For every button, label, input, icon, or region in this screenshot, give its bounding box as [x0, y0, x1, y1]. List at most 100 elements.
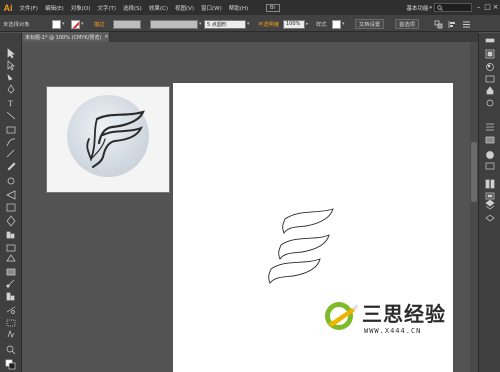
style-label: 样式 — [316, 22, 327, 28]
transparency-panel-icon[interactable] — [485, 150, 496, 159]
type-tool-icon[interactable] — [6, 97, 17, 106]
document-tab[interactable]: 未标题-1* @ 100% (CMYK/预览) × — [22, 32, 110, 42]
stroke-weight-value — [113, 19, 141, 29]
perspective-grid-tool-icon[interactable] — [6, 255, 17, 264]
menu-file[interactable]: 文件(F) — [16, 4, 41, 12]
menu-window[interactable]: 窗口(W) — [198, 4, 226, 12]
transform-panel-icon[interactable] — [485, 191, 496, 200]
menu-select[interactable]: 选择(S) — [120, 4, 146, 12]
stroke-weight-field[interactable] — [113, 19, 141, 29]
opacity-link[interactable]: 不透明度 — [258, 19, 279, 29]
align-panel-icon[interactable] — [485, 179, 496, 188]
rotate-tool-icon[interactable] — [6, 176, 17, 185]
watermark: 三思经验 WWW.X444.CN — [322, 296, 472, 346]
rectangle-tool-icon[interactable] — [6, 125, 17, 134]
preferences-button[interactable]: 首选项 — [395, 19, 419, 29]
search-input[interactable] — [434, 3, 472, 12]
document-setup-button[interactable]: 文档设置 — [355, 19, 385, 29]
free-transform-tool-icon[interactable] — [6, 203, 17, 212]
opacity-value: 100% — [283, 19, 305, 29]
scale-tool-icon[interactable] — [6, 190, 17, 199]
document-tab-title: 未标题-1* @ 100% (CMYK/预览) — [25, 34, 102, 41]
variable-width-value — [150, 19, 198, 29]
eyedropper-tool-icon[interactable] — [6, 279, 17, 288]
reference-feather-logo — [86, 110, 145, 168]
minimize-icon[interactable]: – — [474, 2, 483, 12]
workspace-switcher[interactable]: 基本功能 ▾ — [406, 3, 432, 12]
tools-panel: T — [0, 33, 22, 372]
symbols-panel-icon[interactable] — [485, 99, 496, 108]
close-icon[interactable]: × — [491, 2, 500, 12]
stroke-panel-icon[interactable] — [485, 122, 496, 131]
app-logo: Ai — [3, 2, 13, 13]
document-setup-label: 文档设置 — [355, 19, 385, 29]
stroke-none-icon — [71, 19, 80, 29]
menu-help[interactable]: 帮助(H) — [225, 4, 251, 12]
graph-tool-icon[interactable] — [6, 230, 17, 239]
menu-object[interactable]: 对象(O) — [67, 4, 94, 12]
line-tool-icon[interactable] — [6, 111, 17, 120]
illustrator-window: Ai 文件(F) 编辑(E) 对象(O) 文字(T) 选择(S) 效果(C) 视… — [0, 0, 500, 372]
gradient-tool-icon[interactable] — [6, 268, 17, 277]
swatches-panel-icon[interactable] — [485, 74, 496, 83]
zoom-tool-icon[interactable] — [6, 344, 17, 353]
right-panel-dock — [478, 33, 500, 372]
hand-tool-icon[interactable] — [6, 331, 17, 340]
direct-selection-tool-icon[interactable] — [6, 57, 17, 66]
brushes-panel-icon[interactable] — [485, 87, 496, 96]
scrollbar-thumb[interactable] — [471, 142, 477, 202]
opacity-field[interactable]: 100% ▸ — [283, 19, 309, 29]
align-icon[interactable] — [448, 19, 457, 29]
chevron-down-icon: ▾ — [81, 21, 84, 27]
appearance-panel-icon[interactable] — [485, 161, 496, 170]
menu-view[interactable]: 视图(V) — [171, 4, 197, 12]
close-tab-icon[interactable]: × — [104, 34, 108, 40]
preferences-label: 首选项 — [395, 19, 419, 29]
slice-tool-icon[interactable] — [6, 306, 17, 315]
variable-width-field[interactable]: ▾ — [150, 19, 202, 29]
workspace-label: 基本功能 — [406, 5, 429, 12]
menu-type[interactable]: 文字(T) — [94, 4, 120, 12]
blend-tool-icon[interactable] — [6, 319, 17, 328]
arrange-icon[interactable] — [434, 19, 443, 29]
bridge-button[interactable]: Br — [265, 3, 280, 12]
layers-panel-icon[interactable] — [485, 201, 496, 210]
pen-tool-icon[interactable] — [6, 84, 17, 93]
artboard-tool-icon[interactable] — [6, 243, 17, 252]
watermark-title: 三思经验 — [362, 302, 446, 326]
chevron-down-icon: ▾ — [199, 21, 202, 27]
brush-definition-value: 5 点圆形 — [204, 19, 246, 29]
stroke-link[interactable]: 描边 — [94, 19, 105, 29]
watermark-logo-icon — [325, 302, 358, 330]
style-swatch[interactable]: ▾ — [332, 19, 345, 29]
menu-effect[interactable]: 效果(C) — [145, 4, 171, 12]
eraser-tool-icon[interactable] — [6, 163, 17, 172]
chevron-right-icon: ▸ — [306, 21, 309, 27]
chevron-down-icon: ▾ — [342, 21, 345, 27]
color-guide-icon[interactable] — [485, 62, 496, 71]
color-panel-icon[interactable] — [485, 49, 496, 58]
collapse-panels-icon[interactable] — [485, 36, 496, 45]
style-swatch-icon — [332, 19, 341, 29]
panel-menu-icon[interactable] — [462, 19, 471, 29]
chevron-down-icon: ▾ — [429, 4, 432, 11]
selection-status: 未选择对象 — [3, 22, 30, 28]
chevron-down-icon: ▾ — [62, 21, 65, 27]
control-bar: 未选择对象 ▾ ▾ 描边 ▾ 5 点圆形 ▾ 不透明度 100% ▸ 样式 ▾ 文档… — [0, 15, 500, 32]
fill-swatch[interactable]: ▾ — [52, 19, 65, 29]
reference-image[interactable] — [46, 86, 170, 193]
chevron-down-icon: ▾ — [247, 21, 250, 27]
magic-wand-tool-icon[interactable] — [6, 71, 17, 80]
artboards-panel-icon[interactable] — [485, 214, 496, 223]
menu-edit[interactable]: 编辑(E) — [41, 4, 67, 12]
stroke-swatch[interactable]: ▾ — [71, 19, 84, 29]
selection-tool-icon[interactable] — [6, 45, 17, 54]
paintbrush-tool-icon[interactable] — [6, 138, 17, 147]
pencil-tool-icon[interactable] — [6, 150, 17, 159]
gradient-panel-icon[interactable] — [485, 135, 496, 144]
symbol-sprayer-tool-icon[interactable] — [6, 292, 17, 301]
fill-stroke-icon[interactable] — [6, 359, 17, 368]
shape-builder-tool-icon[interactable] — [6, 216, 17, 225]
brush-definition-field[interactable]: 5 点圆形 ▾ — [204, 19, 250, 29]
reference-circle — [67, 95, 149, 177]
